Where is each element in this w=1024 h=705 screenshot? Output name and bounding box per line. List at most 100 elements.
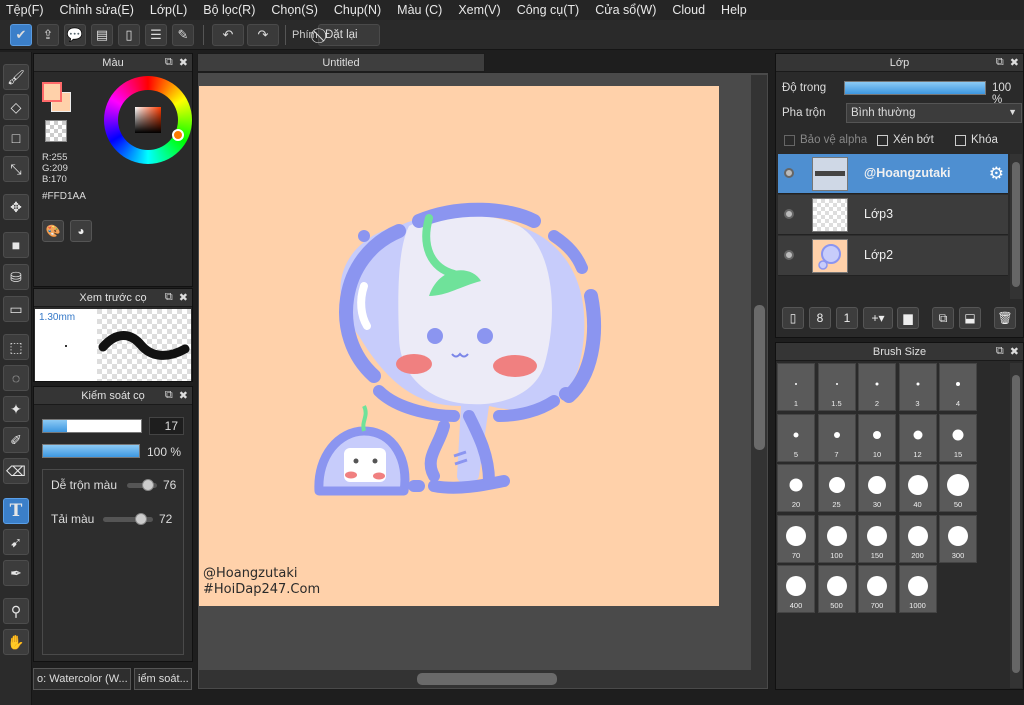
move-tool[interactable]: ✥ xyxy=(3,194,29,220)
new-layer-button[interactable]: ▯ xyxy=(782,307,804,329)
pen-tool[interactable]: ✒ xyxy=(3,560,29,586)
layer-row[interactable]: @Hoangzutaki ⚙ xyxy=(778,154,1008,194)
line-tool[interactable]: ⤡ xyxy=(3,156,29,182)
brush-size-option[interactable]: 3 xyxy=(898,363,937,411)
canvas-vertical-scrollbar[interactable] xyxy=(751,75,767,671)
palette-button[interactable]: 🎨 xyxy=(42,220,64,242)
menu-edit[interactable]: Chỉnh sửa(E) xyxy=(60,3,134,17)
lock-checkbox[interactable]: Khóa xyxy=(955,134,998,146)
hue-knob[interactable] xyxy=(172,129,184,141)
select-pen-tool[interactable]: ✐ xyxy=(3,427,29,453)
close-icon[interactable]: ✖ xyxy=(179,291,188,304)
brush-size-option[interactable]: 5 xyxy=(777,413,815,462)
layer-row[interactable]: Lớp3 xyxy=(778,195,1008,235)
brush-size-option[interactable]: 400 xyxy=(777,565,815,613)
shape-tool[interactable]: □ xyxy=(3,125,29,151)
share-button[interactable]: ⇪ xyxy=(37,24,59,46)
blend-slider-thumb[interactable] xyxy=(142,479,154,491)
scroll-thumb[interactable] xyxy=(1012,162,1020,287)
layer-opacity-slider[interactable] xyxy=(844,81,986,95)
brush-size-option[interactable]: 300 xyxy=(939,514,977,563)
color-wheel[interactable] xyxy=(104,76,192,164)
merge-layer-button[interactable]: ⬓ xyxy=(959,307,981,329)
brush-size-slider[interactable] xyxy=(42,419,142,433)
protect-alpha-checkbox[interactable]: Bảo vệ alpha xyxy=(784,134,867,146)
artboard[interactable]: @Hoangzutaki #HoiDap247.Com xyxy=(199,86,719,606)
delete-layer-button[interactable]: 🗑 xyxy=(994,307,1016,329)
horizontal-scroll-thumb[interactable] xyxy=(417,673,557,685)
brush-size-option[interactable]: 4 xyxy=(939,363,977,411)
bucket-tool[interactable]: ⛁ xyxy=(3,264,29,290)
text-tool[interactable]: T xyxy=(3,498,29,524)
brush-size-option[interactable]: 70 xyxy=(777,514,815,563)
select-eraser-tool[interactable]: ⌫ xyxy=(3,458,29,484)
brush-size-option[interactable]: 12 xyxy=(898,413,937,462)
menu-select[interactable]: Chọn(S) xyxy=(271,3,318,17)
menu-capture[interactable]: Chụp(N) xyxy=(334,3,381,17)
operation-tool[interactable]: ➹ xyxy=(3,529,29,555)
brush-size-option[interactable]: 500 xyxy=(817,565,856,613)
load-slider-thumb[interactable] xyxy=(135,513,147,525)
magic-wand-tool[interactable]: ✦ xyxy=(3,396,29,422)
tab-brush-watercolor[interactable]: o: Watercolor (W... xyxy=(33,668,131,690)
layer-row[interactable]: Lớp2 xyxy=(778,236,1008,276)
add-layer-dropdown[interactable]: +▾ xyxy=(863,307,893,329)
hand-tool[interactable]: ✋ xyxy=(3,629,29,655)
vertical-scroll-thumb[interactable] xyxy=(754,305,765,450)
popout-icon[interactable]: ⧉ xyxy=(165,291,173,304)
popout-icon[interactable]: ⧉ xyxy=(996,345,1004,358)
popout-icon[interactable]: ⧉ xyxy=(165,56,173,69)
tab-brush-control[interactable]: iểm soát... xyxy=(134,668,192,690)
brush-tool[interactable]: 🖌 xyxy=(3,64,29,90)
menu-cloud[interactable]: Cloud xyxy=(672,3,705,17)
brush-size-option[interactable]: 50 xyxy=(939,464,977,512)
close-icon[interactable]: ✖ xyxy=(1010,345,1019,358)
clipping-checkbox[interactable]: Xén bớt xyxy=(877,134,934,146)
edit-list-button[interactable]: ✎ xyxy=(172,24,194,46)
new-1bit-layer-button[interactable]: 1 xyxy=(836,307,858,329)
saturation-value-square[interactable] xyxy=(135,107,161,133)
eraser-tool[interactable]: ◇ xyxy=(3,94,29,120)
brush-size-option[interactable]: 100 xyxy=(817,514,856,563)
brush-size-option[interactable]: 25 xyxy=(817,464,856,512)
gear-icon[interactable]: ⚙ xyxy=(989,164,1004,184)
brush-size-option[interactable]: 40 xyxy=(898,464,937,512)
brush-size-option[interactable]: 1000 xyxy=(898,565,937,613)
close-icon[interactable]: ✖ xyxy=(179,56,188,69)
popout-icon[interactable]: ⧉ xyxy=(165,389,173,402)
canvas-horizontal-scrollbar[interactable] xyxy=(199,670,767,688)
menu-window[interactable]: Cửa sổ(W) xyxy=(595,3,656,17)
popout-icon[interactable]: ⧉ xyxy=(996,56,1004,69)
duplicate-layer-button[interactable]: ⧉ xyxy=(932,307,954,329)
close-icon[interactable]: ✖ xyxy=(179,389,188,402)
rect-select-tool[interactable]: ⬚ xyxy=(3,334,29,360)
brush-opacity-slider[interactable] xyxy=(42,444,140,458)
redo-button[interactable]: ↷ xyxy=(247,24,279,46)
new-folder-button[interactable]: ▆ xyxy=(897,307,919,329)
eyedropper-tool[interactable]: ⚲ xyxy=(3,598,29,624)
list-button[interactable]: ☰ xyxy=(145,24,167,46)
new-8bit-layer-button[interactable]: 8 xyxy=(809,307,831,329)
brush-size-option[interactable]: 1 xyxy=(777,363,815,411)
menu-view[interactable]: Xem(V) xyxy=(458,3,500,17)
close-icon[interactable]: ✖ xyxy=(1010,56,1019,69)
transparent-color-swatch[interactable] xyxy=(45,120,67,142)
brush-size-option[interactable]: 700 xyxy=(858,565,896,613)
reset-button[interactable]: ⃠ Đặt lại xyxy=(318,24,380,46)
brush-size-option[interactable]: 150 xyxy=(858,514,896,563)
document-tab[interactable]: Untitled xyxy=(197,53,485,72)
fill-rect-tool[interactable]: ■ xyxy=(3,232,29,258)
brush-size-scrollbar[interactable] xyxy=(1010,363,1022,688)
cloud-sync-button[interactable]: ✔ xyxy=(10,24,32,46)
menu-layer[interactable]: Lớp(L) xyxy=(150,3,187,17)
brush-size-option[interactable]: 20 xyxy=(777,464,815,512)
color-set-button[interactable]: ◕ xyxy=(70,220,92,242)
foreground-color-swatch[interactable] xyxy=(42,82,62,102)
menu-help[interactable]: Help xyxy=(721,3,747,17)
menu-color[interactable]: Màu (C) xyxy=(397,3,442,17)
menu-filter[interactable]: Bộ lọc(R) xyxy=(203,3,255,17)
menu-file[interactable]: Tệp(F) xyxy=(6,3,44,17)
brush-size-option[interactable]: 7 xyxy=(817,413,856,462)
brush-size-option[interactable]: 30 xyxy=(858,464,896,512)
chat-button[interactable]: ▤ xyxy=(91,24,113,46)
